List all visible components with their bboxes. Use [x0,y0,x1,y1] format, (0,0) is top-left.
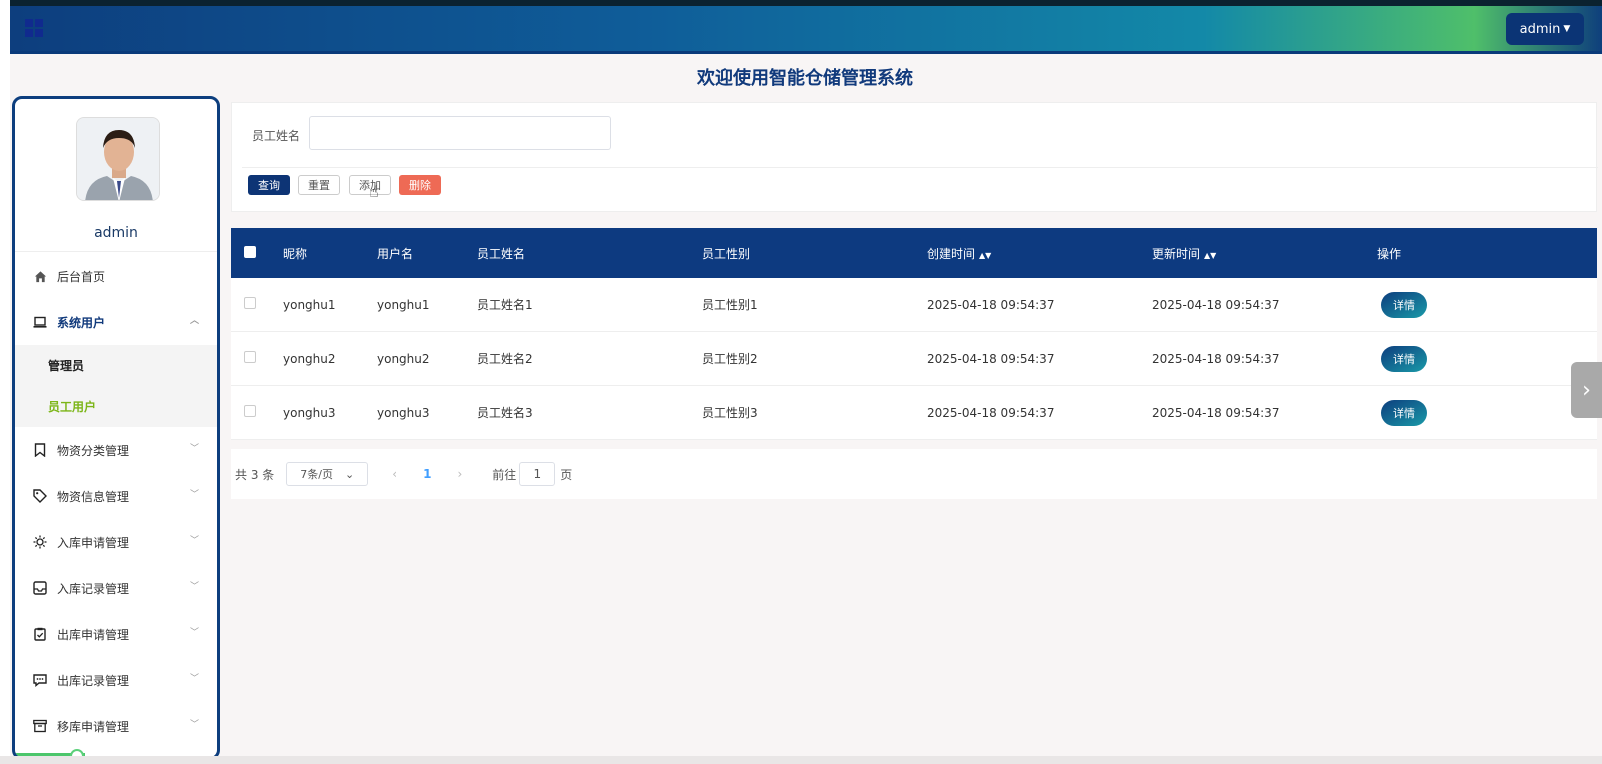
chevron-down-icon: ﹀ [189,490,199,500]
home-icon [33,269,47,283]
column-header-employee-name: 员工姓名 [477,246,526,261]
detail-button[interactable]: 详情 [1381,291,1427,318]
chevron-down-icon: ﹀ [189,674,199,684]
table-row: yonghu3 yonghu3 员工姓名3 员工性别3 2025-04-18 0… [231,386,1597,440]
chevron-down-icon: ﹀ [189,628,199,638]
detail-button[interactable]: 详情 [1381,345,1427,372]
sidebar-item-employee-users[interactable]: 员工用户 [15,386,217,427]
chevron-up-icon: ︿ [189,316,199,326]
table-row: yonghu2 yonghu2 员工姓名2 员工性别2 2025-04-18 0… [231,332,1597,386]
message-icon [33,673,47,687]
table-header: 昵称 用户名 员工姓名 员工性别 创建时间 ▲▼ 更新时间 ▲▼ 操作 [231,228,1597,278]
query-button[interactable]: 查询 [248,175,290,195]
sun-icon [33,535,47,549]
sidebar-item-admins[interactable]: 管理员 [15,345,217,386]
chevron-down-icon: ⌄ [345,467,355,481]
sidebar: admin 后台首页 系统用户 ︿ 管理员 员工用户 物资分类管理 ﹀ 物资信息… [12,96,220,760]
column-header-actions: 操作 [1377,246,1402,261]
sort-icon[interactable]: ▲▼ [979,251,991,260]
user-menu-button[interactable]: admin ▼ [1506,13,1584,45]
app-grid-icon[interactable] [25,19,43,37]
chevron-down-icon: ﹀ [189,536,199,546]
sidebar-item-outbound-records[interactable]: 出库记录管理 ﹀ [15,657,217,703]
sidebar-item-inbound-application[interactable]: 入库申请管理 ﹀ [15,519,217,565]
user-menu-label: admin [1519,21,1561,37]
table-row: yonghu1 yonghu1 员工姓名1 员工性别1 2025-04-18 0… [231,278,1597,332]
column-header-nickname: 昵称 [283,246,308,261]
inbox-icon [33,581,47,595]
page-title: 欢迎使用智能仓储管理系统 [697,68,913,89]
row-checkbox[interactable] [244,405,256,417]
next-page-icon[interactable]: › [457,467,462,481]
hand-cursor-icon: ☝ [369,182,379,201]
page-size-select[interactable]: 7条/页 ⌄ [286,462,369,486]
tag-icon [33,489,47,503]
sidebar-username: admin [94,225,138,241]
row-checkbox[interactable] [244,297,256,309]
prev-page-icon[interactable]: ‹ [392,467,397,481]
submenu-system-users: 管理员 员工用户 [15,345,217,427]
employee-table: 昵称 用户名 员工姓名 员工性别 创建时间 ▲▼ 更新时间 ▲▼ 操作 yonghu… [231,228,1597,440]
clipboard-check-icon [33,627,47,641]
sidebar-item-material-category[interactable]: 物资分类管理 ﹀ [15,427,217,473]
sidebar-item-transfer-application[interactable]: 移库申请管理 ﹀ [15,703,217,749]
column-header-created[interactable]: 创建时间 ▲▼ [927,245,1152,262]
laptop-icon [33,315,47,329]
page-suffix-label: 页 [560,467,573,482]
detail-button[interactable]: 详情 [1381,399,1427,426]
horizontal-scrollbar[interactable] [0,756,1602,764]
employee-name-input[interactable] [309,116,611,150]
chevron-down-icon: ▼ [1563,24,1571,34]
employee-name-label: 员工姓名 [252,129,301,143]
sidebar-menu: 后台首页 系统用户 ︿ 管理员 员工用户 物资分类管理 ﹀ 物资信息管理 ﹀ 入… [15,253,217,749]
select-all-checkbox[interactable] [244,245,256,258]
pagination: 共 3 条 7条/页 ⌄ ‹ 1 › 前往 1 页 [231,449,1597,499]
chevron-down-icon: ﹀ [189,444,199,454]
column-header-username: 用户名 [377,246,414,261]
chevron-down-icon: ﹀ [189,720,199,730]
chevron-down-icon: ﹀ [189,582,199,592]
archive-icon [33,719,47,733]
sort-icon[interactable]: ▲▼ [1204,251,1216,260]
sidebar-item-inbound-records[interactable]: 入库记录管理 ﹀ [15,565,217,611]
goto-label: 前往 [492,467,517,482]
bookmark-icon [33,443,47,457]
goto-page-input[interactable]: 1 [519,462,556,486]
sidebar-item-outbound-application[interactable]: 出库申请管理 ﹀ [15,611,217,657]
top-bar: admin ▼ [10,0,1602,54]
sidebar-item-system-users[interactable]: 系统用户 ︿ [15,299,217,345]
sidebar-item-dashboard[interactable]: 后台首页 [15,253,217,299]
chevron-right-icon[interactable]: › [1571,362,1602,418]
reset-button[interactable]: 重置 [298,175,340,195]
search-panel: 员工姓名 查询 重置 添加 删除 ☝ [231,102,1598,212]
sidebar-item-material-info[interactable]: 物资信息管理 ﹀ [15,473,217,519]
column-header-updated[interactable]: 更新时间 ▲▼ [1152,245,1377,262]
pagination-total: 共 3 条 [235,467,275,482]
avatar [76,117,160,201]
delete-button[interactable]: 删除 [399,175,441,195]
column-header-gender: 员工性别 [702,246,751,261]
row-checkbox[interactable] [244,351,256,363]
left-edge [0,0,10,764]
page-number[interactable]: 1 [423,467,431,481]
